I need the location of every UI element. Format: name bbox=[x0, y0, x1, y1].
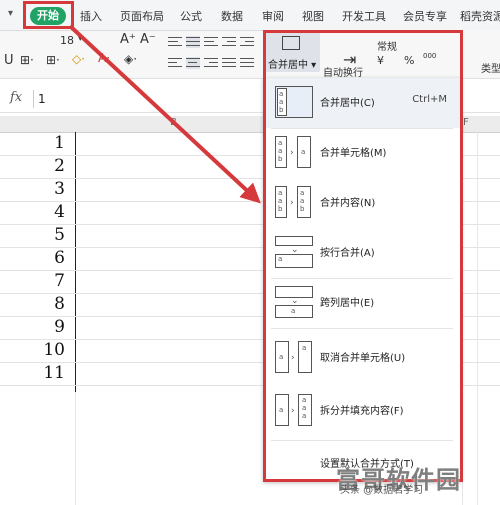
align-bottom-icon[interactable] bbox=[204, 36, 218, 48]
cell-fill-icon[interactable]: ⊞· bbox=[46, 53, 60, 67]
formula-separator bbox=[33, 90, 34, 108]
tab-page-layout[interactable]: 页面布局 bbox=[120, 8, 164, 24]
cell-value[interactable]: 6 bbox=[54, 248, 65, 268]
align-middle-icon[interactable] bbox=[186, 36, 200, 48]
fx-icon[interactable]: fx bbox=[10, 90, 22, 105]
watermark-sub: 头条 @数据君学习 bbox=[340, 485, 424, 496]
annotation-highlight-box bbox=[23, 1, 74, 29]
menu-item-merge-cells[interactable]: aab › a 合并单元格(M) bbox=[263, 128, 461, 178]
tab-formulas[interactable]: 公式 bbox=[180, 8, 202, 24]
decrease-font-icon[interactable]: A⁻ bbox=[140, 32, 156, 47]
cell-value[interactable]: 10 bbox=[43, 340, 65, 360]
font-size-dropdown-icon[interactable]: ▾ bbox=[78, 34, 83, 44]
tab-developer[interactable]: 开发工具 bbox=[342, 8, 386, 24]
merge-cells-icon: aab › a bbox=[275, 136, 313, 168]
currency-icon[interactable]: ¥ bbox=[377, 54, 384, 67]
borders-icon[interactable]: ⊞· bbox=[20, 53, 34, 67]
menu-item-merge-center[interactable]: aab 合并居中(C) Ctrl+M bbox=[263, 78, 461, 128]
underline-icon[interactable]: U bbox=[4, 53, 14, 68]
font-color-icon[interactable]: A· bbox=[98, 51, 110, 65]
unmerge-icon: a › a bbox=[275, 341, 313, 373]
column-f-header[interactable]: F bbox=[463, 117, 469, 128]
cell-value[interactable]: 8 bbox=[54, 294, 65, 314]
cell-value[interactable]: 9 bbox=[54, 317, 65, 337]
indent-increase-icon[interactable] bbox=[240, 36, 254, 48]
tab-docer[interactable]: 稻壳资源 bbox=[460, 8, 500, 24]
merge-content-icon: aab › aab bbox=[275, 186, 313, 218]
indent-decrease-icon[interactable] bbox=[222, 36, 236, 48]
menu-item-split-fill[interactable]: a › aaa 拆分并填充内容(F) bbox=[263, 386, 461, 436]
increase-font-icon[interactable]: A⁺ bbox=[120, 32, 136, 47]
number-format-select[interactable]: 常规 bbox=[377, 38, 397, 53]
center-across-icon: ⌄ a bbox=[275, 286, 313, 318]
menu-item-unmerge[interactable]: a › a 取消合并单元格(U) bbox=[263, 333, 461, 383]
formula-input[interactable]: 1 bbox=[38, 92, 46, 106]
fill-color-icon[interactable]: ◇· bbox=[72, 52, 85, 66]
wrap-text-label[interactable]: 自动换行 bbox=[323, 64, 363, 79]
align-left-icon[interactable] bbox=[168, 57, 182, 69]
merge-by-row-icon: ⌄ a bbox=[275, 236, 313, 268]
cell-value[interactable]: 7 bbox=[54, 271, 65, 291]
cell-value[interactable]: 4 bbox=[54, 202, 65, 222]
merge-center-button[interactable]: 合并居中 ▾ bbox=[264, 32, 320, 72]
distributed-icon[interactable] bbox=[240, 57, 254, 69]
percent-icon[interactable]: % bbox=[404, 54, 414, 67]
menu-item-center-across[interactable]: ⌄ a 跨列居中(E) bbox=[263, 278, 461, 328]
tab-review[interactable]: 审阅 bbox=[262, 8, 284, 24]
align-right-icon[interactable] bbox=[204, 57, 218, 69]
menu-item-merge-content[interactable]: aab › aab 合并内容(N) bbox=[263, 178, 461, 228]
tab-member[interactable]: 会员专享 bbox=[403, 8, 447, 24]
font-size-field[interactable]: 18 bbox=[60, 34, 74, 47]
type-label[interactable]: 类型 bbox=[481, 60, 500, 75]
menu-item-merge-by-row[interactable]: ⌄ a 按行合并(A) bbox=[263, 228, 461, 278]
chevron-down-icon[interactable]: ▾ bbox=[8, 8, 13, 19]
justify-icon[interactable] bbox=[222, 57, 236, 69]
cell-value[interactable]: 11 bbox=[43, 363, 65, 383]
thousands-icon[interactable]: 000 bbox=[423, 52, 436, 60]
merge-dropdown-menu: aab 合并居中(C) Ctrl+M aab › a 合并单元格(M) aab … bbox=[263, 78, 461, 482]
cell-value[interactable]: 5 bbox=[54, 225, 65, 245]
ribbon-tab-bar: ▾ 开始 插入 页面布局 公式 数据 审阅 视图 开发工具 会员专享 稻壳资源 bbox=[0, 0, 500, 31]
merge-cells-icon bbox=[282, 36, 300, 50]
column-b-header[interactable]: B bbox=[170, 117, 177, 128]
tab-view[interactable]: 视图 bbox=[302, 8, 324, 24]
eraser-icon[interactable]: ◈· bbox=[124, 52, 137, 66]
cell-value[interactable]: 1 bbox=[54, 133, 65, 153]
align-center-icon[interactable] bbox=[186, 57, 200, 69]
tab-insert[interactable]: 插入 bbox=[80, 8, 102, 24]
split-fill-icon: a › aaa bbox=[275, 394, 313, 426]
cell-value[interactable]: 2 bbox=[54, 156, 65, 176]
merge-center-button-label: 合并居中 ▾ bbox=[268, 60, 317, 71]
tab-data[interactable]: 数据 bbox=[221, 8, 243, 24]
merge-center-icon: aab bbox=[275, 86, 313, 118]
align-top-icon[interactable] bbox=[168, 36, 182, 48]
cell-value[interactable]: 3 bbox=[54, 179, 65, 199]
